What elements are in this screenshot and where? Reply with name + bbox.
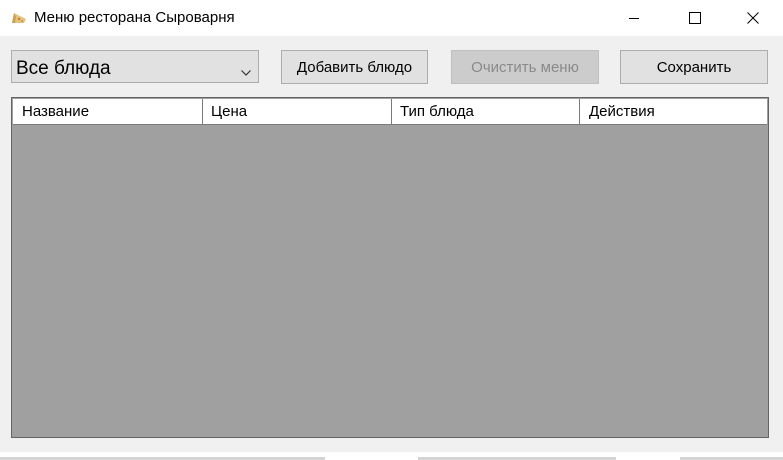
column-header-actions[interactable]: Действия [580,99,767,124]
cheese-app-icon [11,11,27,25]
table-header: Название Цена Тип блюда Действия [13,99,767,125]
dishes-table[interactable]: Название Цена Тип блюда Действия [11,97,769,438]
close-button[interactable] [730,0,776,36]
chevron-down-icon [241,63,251,81]
app-window: Меню ресторана Сыроварня Все блюда Добав… [0,0,783,460]
column-header-name[interactable]: Название [13,99,202,124]
window-title: Меню ресторана Сыроварня [34,9,235,26]
add-dish-button[interactable]: Добавить блюдо [281,50,428,84]
save-button[interactable]: Сохранить [620,50,768,84]
maximize-button[interactable] [672,0,718,36]
column-header-dish-type[interactable]: Тип блюда [391,99,580,124]
clear-menu-button[interactable]: Очистить меню [451,50,599,84]
window-bottom-edge [0,452,783,460]
minimize-icon [629,18,639,19]
maximize-icon [689,12,701,24]
category-filter-value: Все блюда [16,58,111,79]
column-header-price[interactable]: Цена [202,99,391,124]
category-filter-dropdown[interactable]: Все блюда [11,50,259,83]
minimize-button[interactable] [611,0,657,36]
title-bar[interactable]: Меню ресторана Сыроварня [0,0,783,36]
close-icon [747,12,759,24]
